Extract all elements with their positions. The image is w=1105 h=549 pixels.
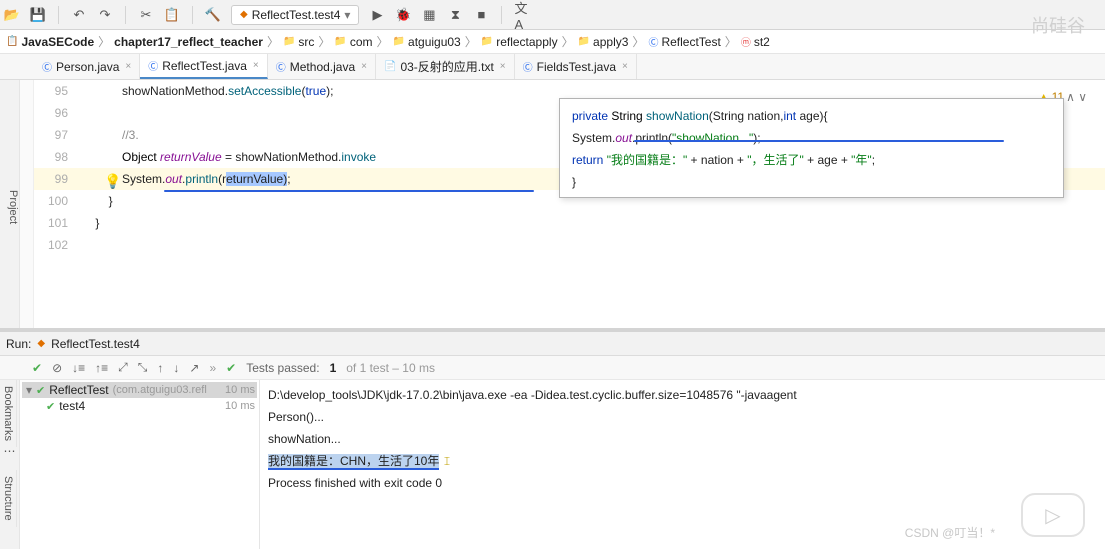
export-icon[interactable]: ↗ bbox=[189, 361, 199, 375]
test-tree[interactable]: ▾✔ReflectTest (com.atguigu03.refl10 ms✔t… bbox=[20, 380, 260, 549]
breadcrumb-item[interactable]: 📁src bbox=[283, 35, 314, 49]
close-icon[interactable]: × bbox=[253, 60, 259, 71]
editor-tab[interactable]: ⒸMethod.java× bbox=[268, 54, 376, 79]
sort-up-icon[interactable]: ↑≡ bbox=[95, 361, 108, 375]
test-tree-row[interactable]: ✔test410 ms bbox=[22, 398, 257, 414]
disable-icon[interactable]: ⊘ bbox=[52, 361, 62, 375]
profile-icon[interactable]: ⧗ bbox=[447, 7, 463, 23]
paste-icon[interactable]: 📋 bbox=[164, 7, 180, 23]
run-toolbar: ✔ ⊘ ↓≡ ↑≡ ⤢ ⤡ ↑ ↓ ↗ » ✔ Tests passed: 1 … bbox=[0, 356, 1105, 380]
next-icon[interactable]: ↓ bbox=[173, 361, 179, 375]
cut-icon[interactable]: ✂ bbox=[138, 7, 154, 23]
editor-tab[interactable]: ⒸFieldsTest.java× bbox=[515, 54, 637, 79]
editor-tabs: ⒸPerson.java×ⒸReflectTest.java×ⒸMethod.j… bbox=[0, 54, 1105, 80]
documentation-popup: private String showNation(String nation,… bbox=[559, 98, 1064, 198]
run-config-icon: ◆ bbox=[37, 338, 45, 349]
video-play-icon[interactable]: ▷ bbox=[1021, 493, 1085, 537]
breadcrumb-item[interactable]: 📁reflectapply bbox=[481, 35, 558, 49]
expand-icon[interactable]: ⤢ bbox=[118, 360, 128, 375]
breadcrumb-item[interactable]: chapter17_reflect_teacher bbox=[114, 35, 263, 49]
console-output[interactable]: D:\develop_tools\JDK\jdk-17.0.2\bin\java… bbox=[260, 380, 1105, 549]
ok-icon[interactable]: ✔ bbox=[32, 361, 42, 375]
breadcrumb-item[interactable]: ⒸReflectTest bbox=[648, 34, 720, 49]
prev-icon[interactable]: ↑ bbox=[157, 361, 163, 375]
editor-tab[interactable]: ⒸPerson.java× bbox=[34, 54, 140, 79]
breadcrumb-item[interactable]: ⓜst2 bbox=[741, 34, 770, 49]
sort-down-icon[interactable]: ↓≡ bbox=[72, 361, 85, 375]
close-icon[interactable]: × bbox=[500, 61, 506, 72]
coverage-icon[interactable]: ▦ bbox=[421, 7, 437, 23]
collapse-icon[interactable]: ⤡ bbox=[138, 360, 148, 375]
debug-icon[interactable]: 🐞 bbox=[395, 7, 411, 23]
breadcrumb: 📋JavaSECode〉chapter17_reflect_teacher〉📁s… bbox=[0, 30, 1105, 54]
breadcrumb-item[interactable]: 📁apply3 bbox=[578, 35, 629, 49]
run-toolwindow: Run: ◆ ReflectTest.test4 ✔ ⊘ ↓≡ ↑≡ ⤢ ⤡ ↑… bbox=[0, 328, 1105, 549]
editor-tab[interactable]: 📄03-反射的应用.txt× bbox=[376, 54, 515, 79]
run-title-prefix: Run: bbox=[6, 337, 31, 351]
chevron-down-icon: ▾ bbox=[344, 8, 350, 22]
hammer-icon[interactable]: 🔨 bbox=[205, 7, 221, 23]
main-toolbar: 📂 💾 ↶ ↷ ✂ 📋 🔨 ◆ ReflectTest.test4 ▾ ▶ 🐞 … bbox=[0, 0, 1105, 30]
project-toolwindow-stripe[interactable]: Project bbox=[0, 80, 20, 328]
run-config-icon: ◆ bbox=[240, 9, 248, 20]
run-config-select[interactable]: ◆ ReflectTest.test4 ▾ bbox=[231, 5, 359, 25]
editor-tab[interactable]: ⒸReflectTest.java× bbox=[140, 54, 268, 79]
breadcrumb-item[interactable]: 📁com bbox=[334, 35, 372, 49]
breadcrumb-item[interactable]: 📋JavaSECode bbox=[6, 35, 94, 49]
code-editor[interactable]: 💡 ▲11 ∧ ∨ 95 showNationMethod.setAccessi… bbox=[34, 80, 1105, 328]
structure-stripe[interactable]: Structure bbox=[0, 470, 17, 527]
test-tree-row[interactable]: ▾✔ReflectTest (com.atguigu03.refl10 ms bbox=[22, 382, 257, 398]
open-icon[interactable]: 📂 bbox=[4, 7, 20, 23]
intention-bulb-icon[interactable]: 💡 bbox=[104, 170, 121, 192]
tests-count: 1 bbox=[330, 361, 337, 375]
code-line[interactable]: 102 bbox=[34, 234, 1105, 256]
tests-label: Tests passed: bbox=[246, 361, 319, 375]
tests-ok-icon: ✔ bbox=[226, 361, 236, 375]
run-title-config: ReflectTest.test4 bbox=[51, 337, 140, 351]
run-config-label: ReflectTest.test4 bbox=[252, 8, 341, 22]
tests-of: of 1 test – 10 ms bbox=[346, 361, 435, 375]
bookmarks-stripe[interactable]: Bookmarks bbox=[0, 380, 17, 447]
translate-icon[interactable]: 文A bbox=[514, 7, 530, 23]
redo-icon[interactable]: ↷ bbox=[97, 7, 113, 23]
save-icon[interactable]: 💾 bbox=[30, 7, 46, 23]
close-icon[interactable]: × bbox=[125, 61, 131, 72]
stop-icon[interactable]: ■ bbox=[473, 7, 489, 23]
breadcrumb-item[interactable]: 📁atguigu03 bbox=[393, 35, 461, 49]
close-icon[interactable]: × bbox=[622, 61, 628, 72]
code-line[interactable]: 101 } bbox=[34, 212, 1105, 234]
run-icon[interactable]: ▶ bbox=[369, 7, 385, 23]
close-icon[interactable]: × bbox=[361, 61, 367, 72]
undo-icon[interactable]: ↶ bbox=[71, 7, 87, 23]
